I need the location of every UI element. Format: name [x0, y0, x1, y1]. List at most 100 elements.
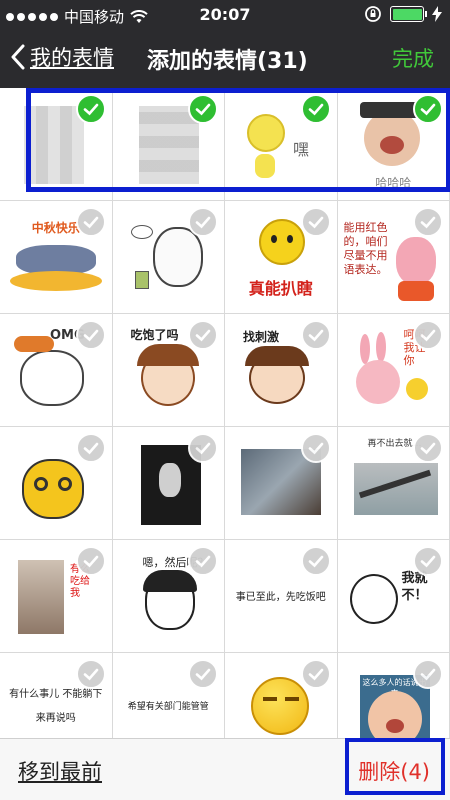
move-to-front-button[interactable]: 移到最前 — [18, 756, 102, 786]
checkmark-icon[interactable] — [188, 546, 218, 576]
sticker-cell[interactable]: 嘿 — [225, 88, 338, 201]
sticker-cell[interactable]: 真能扒瞎 — [225, 201, 338, 314]
sticker-cell[interactable]: 嗯，然后呢？ — [112, 540, 225, 653]
hair-shape — [142, 570, 197, 592]
checkmark-icon[interactable] — [300, 433, 331, 463]
sticker-mouth — [385, 719, 404, 733]
checkmark-icon[interactable] — [75, 546, 106, 576]
checkmark-icon[interactable] — [413, 320, 443, 350]
rotation-lock-icon — [365, 6, 381, 22]
checkmark-icon[interactable] — [300, 94, 331, 124]
checkmark-icon[interactable] — [413, 659, 443, 689]
checkmark-icon[interactable] — [300, 320, 331, 350]
sticker-cell[interactable]: 找刺激 — [225, 314, 338, 427]
sticker-cell[interactable] — [112, 88, 225, 201]
checkmark-icon[interactable] — [300, 546, 331, 576]
sticker-cell[interactable]: 哈哈哈 — [337, 88, 450, 201]
sticker-body — [255, 154, 275, 178]
charging-icon — [432, 6, 442, 22]
sticker-grid: 嘿 哈哈哈 中秋快乐 真能扒瞎 能用红色的，咱们尽量不用语表达。 OMG 吃饱了… — [0, 88, 450, 766]
hair-shape — [136, 344, 199, 366]
checkmark-icon[interactable] — [300, 207, 331, 237]
sticker-cell[interactable]: 呵呵 我让你 — [337, 314, 450, 427]
chevron-left-icon — [11, 44, 25, 70]
checkmark-icon[interactable] — [75, 659, 106, 689]
face-sticker-image — [349, 574, 398, 624]
eye-icon — [58, 477, 72, 491]
checkmark-icon[interactable] — [188, 320, 218, 350]
checkmark-icon[interactable] — [188, 433, 218, 463]
back-button[interactable]: 我的表情 — [10, 42, 114, 72]
checkmark-icon[interactable] — [75, 433, 106, 463]
sticker-cell[interactable]: 再不出去就… — [337, 427, 450, 540]
figure-shape — [158, 463, 181, 497]
rabbit-body — [397, 281, 434, 301]
back-label: 我的表情 — [30, 46, 114, 70]
eye-icon — [271, 235, 277, 243]
sticker-text: 真能扒瞎 — [248, 279, 313, 298]
checkmark-icon[interactable] — [188, 94, 218, 124]
rabbit-ear-shape — [359, 334, 370, 364]
status-right — [364, 5, 442, 23]
checkmark-icon[interactable] — [75, 94, 106, 124]
eye-icon — [263, 697, 277, 701]
sticker-cell[interactable]: OMG — [0, 314, 113, 427]
done-button[interactable]: 完成 — [392, 43, 434, 73]
sticker-mouth — [379, 136, 404, 154]
sticker-text: 能用红色的，咱们尽量不用语表达。 — [343, 221, 388, 276]
battery-icon — [390, 6, 427, 22]
sticker-cell[interactable]: 能用红色的，咱们尽量不用语表达。 — [337, 201, 450, 314]
page-title: 添加的表情(31) — [147, 49, 308, 74]
hat-icon — [359, 102, 420, 118]
pixelated-sticker-image — [138, 106, 199, 184]
bear-sticker-image — [152, 227, 203, 287]
checkmark-icon[interactable] — [413, 433, 443, 463]
sticker-cell[interactable] — [0, 427, 113, 540]
sticker-text: 我就不！ — [401, 571, 428, 603]
rabbit-sticker-image — [395, 237, 436, 285]
delete-button[interactable]: 删除(4) — [358, 756, 430, 786]
sticker-cell[interactable]: 吃饱了吗 — [112, 314, 225, 427]
checkmark-icon[interactable] — [75, 320, 106, 350]
sticker-text: 希望有关部门能管管 — [127, 702, 209, 712]
cat-sticker-image — [20, 350, 84, 406]
checkmark-icon[interactable] — [413, 207, 443, 237]
checkmark-icon[interactable] — [75, 207, 106, 237]
sticker-text: 事已至此，先吃饭吧 — [235, 592, 326, 603]
sticker-cell[interactable]: 有么吃给我 — [0, 540, 113, 653]
bottom-toolbar: 移到最前 删除(4) — [0, 738, 450, 800]
tiger-sticker-image — [22, 459, 84, 519]
chick-icon — [405, 378, 428, 400]
checkmark-icon[interactable] — [188, 207, 218, 237]
sticker-cell[interactable]: 我就不！ — [337, 540, 450, 653]
eye-icon — [287, 235, 293, 243]
eye-icon — [34, 477, 48, 491]
hair-shape — [245, 346, 309, 366]
sticker-cell[interactable] — [112, 201, 225, 314]
rabbit-sticker-image — [355, 360, 400, 404]
smiley-face-icon — [259, 219, 305, 265]
thought-bubble-icon — [130, 225, 153, 239]
sticker-cell[interactable] — [225, 427, 338, 540]
checkmark-icon[interactable] — [300, 659, 331, 689]
smirk-emoji-icon — [251, 677, 309, 735]
cat-photo-image — [18, 560, 64, 634]
sticker-cell[interactable]: 事已至此，先吃饭吧 — [225, 540, 338, 653]
sticker-cell[interactable] — [0, 88, 113, 201]
cup-icon — [134, 271, 149, 289]
smiley-face-icon — [247, 114, 285, 152]
pixelated-sticker-image — [24, 106, 84, 184]
sticker-text: 吃饱了吗 — [130, 328, 179, 342]
moon-shape — [10, 271, 102, 291]
checkmark-icon[interactable] — [413, 94, 443, 124]
navigation-bar: 我的表情 添加的表情(31) 完成 — [0, 30, 450, 88]
sticker-cell[interactable]: 中秋快乐 — [0, 201, 113, 314]
sticker-text: 找刺激 — [243, 330, 280, 344]
sticker-text: 有什么事儿 不能躺下来再说吗 — [9, 689, 103, 724]
checkmark-icon[interactable] — [413, 546, 443, 576]
rabbit-ear-shape — [375, 332, 386, 362]
sticker-cell[interactable] — [112, 427, 225, 540]
checkmark-icon[interactable] — [188, 659, 218, 689]
eye-icon — [285, 697, 299, 701]
hair-shape — [14, 336, 54, 352]
